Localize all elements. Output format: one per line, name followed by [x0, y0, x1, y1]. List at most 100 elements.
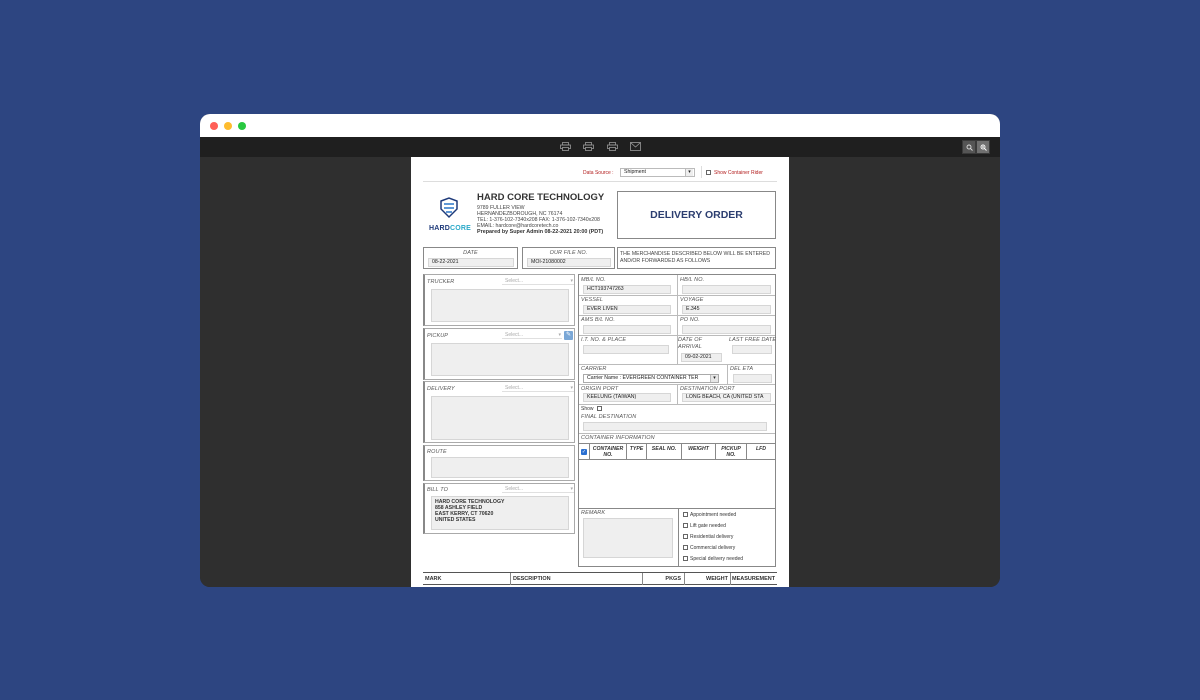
voyage-field[interactable]: E.345 — [682, 305, 771, 314]
bill-to-select[interactable]: Select... ▾ — [502, 485, 574, 493]
show-label: Show — [581, 406, 594, 412]
remark-field[interactable] — [583, 518, 673, 558]
carrier-value: Carrier Name : EVERGREEN CONTAINER TER — [587, 375, 699, 381]
viewer-toolbar — [200, 137, 1000, 157]
delivery-details[interactable] — [431, 396, 569, 440]
origin-port-field[interactable]: KEELUNG (TAIWAN) — [583, 393, 671, 402]
pickup-details[interactable] — [431, 343, 569, 376]
print-icon[interactable] — [581, 140, 595, 152]
it-label: I.T. NO. & PLACE — [581, 337, 627, 343]
company-name: HARD CORE TECHNOLOGY — [477, 192, 605, 203]
final-destination-field[interactable] — [583, 422, 767, 431]
chevron-down-icon: ▾ — [570, 385, 573, 391]
bill-to-details[interactable]: HARD CORE TECHNOLOGY 858 ASHLEY FIELD EA… — [431, 496, 569, 530]
merchandise-note: THE MERCHANDISE DESCRIBED BELOW WILL BE … — [620, 251, 770, 264]
document-title: DELIVERY ORDER — [650, 209, 743, 221]
document-viewer: Data Source : Shipment ▾ Show Container … — [200, 157, 1000, 587]
container-col-header: TYPE — [629, 446, 644, 452]
bill-to-line: UNITED STATES — [435, 517, 476, 523]
po-label: PO NO. — [680, 317, 700, 323]
divider — [579, 315, 775, 316]
delivery-select-placeholder: Select... — [505, 385, 524, 391]
shipment-details-panel: MB/L NO. HCT193747263 HB/L NO. VESSEL EV… — [578, 274, 776, 567]
commercial-delivery-checkbox[interactable] — [683, 545, 688, 550]
trucker-label: TRUCKER — [427, 279, 455, 285]
route-section: ROUTE — [423, 445, 575, 481]
divider — [579, 433, 775, 434]
route-details[interactable] — [431, 457, 569, 478]
final-destination-label: FINAL DESTINATION — [581, 414, 637, 420]
date-label: DATE — [463, 250, 478, 256]
remark-label: REMARK — [581, 510, 606, 516]
option-label: Residential delivery — [690, 534, 734, 540]
maximize-window-button[interactable] — [238, 122, 246, 130]
del-eta-field[interactable] — [733, 374, 772, 383]
divider — [677, 275, 678, 364]
file-no-label: OUR FILE NO. — [549, 250, 588, 256]
show-container-rider-checkbox[interactable] — [706, 170, 711, 175]
lift-gate-needed-checkbox[interactable] — [683, 523, 688, 528]
zoom-out-icon[interactable] — [962, 140, 976, 154]
vessel-label: VESSEL — [581, 297, 604, 303]
browser-window: Data Source : Shipment ▾ Show Container … — [200, 114, 1000, 587]
zoom-in-icon[interactable] — [976, 140, 990, 154]
pickup-select[interactable]: Select... ▾ — [502, 331, 562, 339]
ams-field[interactable] — [583, 325, 671, 334]
bill-to-label: BILL TO — [427, 487, 448, 493]
close-window-button[interactable] — [210, 122, 218, 130]
title-bar — [200, 114, 1000, 137]
hbl-field[interactable] — [682, 285, 771, 294]
delivery-label: DELIVERY — [427, 386, 455, 392]
mbl-field[interactable]: HCT193747263 — [583, 285, 671, 294]
residential-delivery-checkbox[interactable] — [683, 534, 688, 539]
data-source-select[interactable]: Shipment ▾ — [620, 168, 695, 177]
logo-text-a: HARD — [428, 225, 450, 232]
last-free-date-field[interactable] — [732, 345, 772, 354]
print-icon[interactable] — [558, 140, 572, 152]
route-label: ROUTE — [427, 449, 447, 455]
hbl-label: HB/L NO. — [680, 277, 705, 283]
divider — [579, 295, 775, 296]
container-col-header: WEIGHT — [688, 446, 709, 452]
logo-text-b: CORE — [450, 225, 472, 232]
destination-port-field[interactable]: LONG BEACH, CA (UNITED STA — [682, 393, 771, 402]
it-field[interactable] — [583, 345, 669, 354]
chevron-down-icon: ▾ — [570, 486, 573, 492]
delivery-select[interactable]: Select... ▾ — [502, 384, 574, 392]
destination-port-label: DESTINATION PORT — [680, 386, 735, 392]
logo-text: HARDCORE — [427, 225, 473, 232]
vessel-field[interactable]: EVER LIVEN — [583, 305, 671, 314]
date-field[interactable]: 08-22-2021 — [428, 258, 514, 267]
trucker-select[interactable]: Select... ▾ — [502, 277, 574, 285]
file-no-field[interactable]: MOI-21080002 — [527, 258, 611, 267]
merchandise-note-box: THE MERCHANDISE DESCRIBED BELOW WILL BE … — [617, 247, 776, 269]
arrival-field[interactable]: 09-02-2021 — [681, 353, 722, 362]
logo-mark-icon — [440, 197, 458, 219]
print-icon[interactable] — [605, 140, 619, 152]
divider — [579, 508, 775, 509]
cargo-col-measurement: MEASUREMENT — [732, 576, 776, 582]
pickup-edit-icon[interactable]: ✎ — [564, 331, 573, 340]
appointment-needed-checkbox[interactable] — [683, 512, 688, 517]
del-eta-label: DEL ETA — [730, 366, 754, 372]
divider — [677, 384, 678, 404]
trucker-select-placeholder: Select... — [505, 278, 524, 284]
show-final-destination-checkbox[interactable] — [597, 406, 602, 411]
voyage-label: VOYAGE — [680, 297, 704, 303]
select-all-checkbox[interactable]: ✓ — [581, 449, 587, 455]
po-field[interactable] — [682, 325, 771, 334]
special-delivery-checkbox[interactable] — [683, 556, 688, 561]
cargo-col-weight: WEIGHT — [706, 576, 728, 582]
chevron-down-icon: ▾ — [558, 332, 561, 338]
mail-icon[interactable] — [628, 140, 642, 152]
option-label: Lift gate needed — [690, 523, 726, 529]
divider — [730, 573, 731, 585]
carrier-label: CARRIER — [581, 366, 607, 372]
minimize-window-button[interactable] — [224, 122, 232, 130]
cargo-col-description: DESCRIPTION — [513, 576, 551, 582]
trucker-details[interactable] — [431, 289, 569, 322]
data-source-value: Shipment — [624, 169, 646, 175]
pickup-section: PICKUP Select... ▾ ✎ — [423, 328, 575, 380]
carrier-select[interactable]: Carrier Name : EVERGREEN CONTAINER TER ▾ — [583, 374, 719, 383]
bill-to-section: BILL TO Select... ▾ HARD CORE TECHNOLOGY … — [423, 483, 575, 534]
